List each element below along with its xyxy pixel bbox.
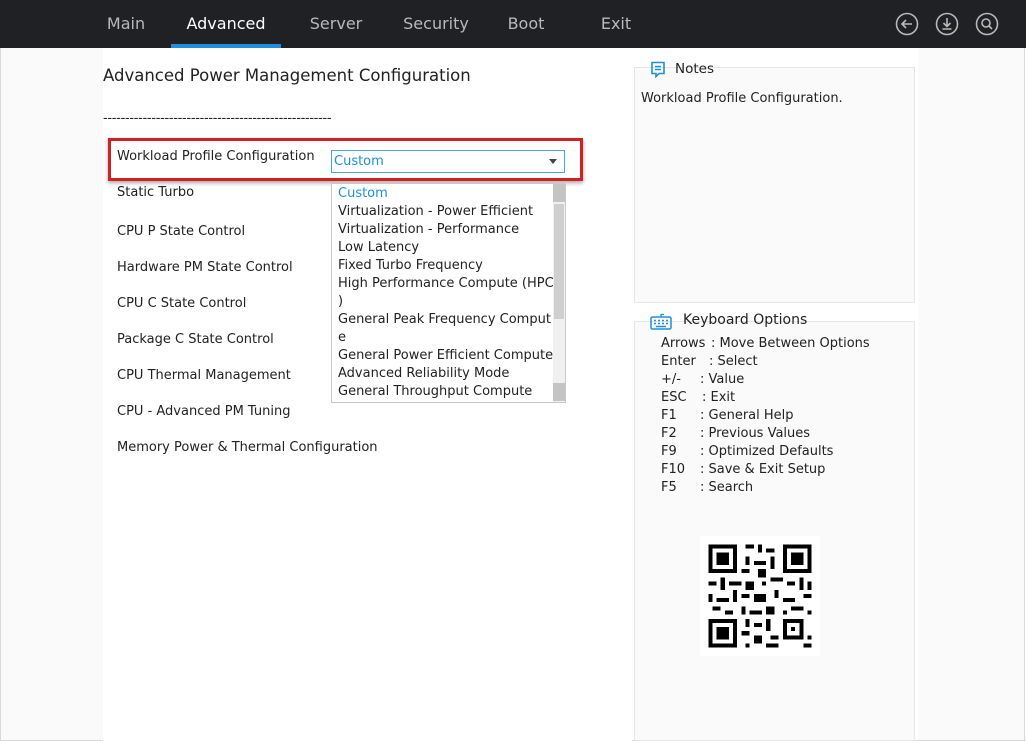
menu-item-cpu-advanced-pm[interactable]: CPU - Advanced PM Tuning	[117, 404, 290, 419]
title-divider: ----------------------------------------…	[103, 111, 332, 126]
option-low-latency[interactable]: Low Latency	[338, 240, 419, 255]
select-value: Custom	[334, 154, 384, 169]
option-hpc[interactable]: High Performance Compute (HPC	[338, 276, 554, 291]
key-f9-desc: : Optimized Defaults	[700, 444, 834, 459]
tab-boot[interactable]: Boot	[501, 0, 551, 48]
option-advanced-reliability[interactable]: Advanced Reliability Mode	[338, 366, 509, 381]
key-f9: F9	[661, 444, 677, 459]
notes-icon	[650, 61, 666, 79]
tab-exit[interactable]: Exit	[591, 0, 641, 48]
menu-item-package-c-state[interactable]: Package C State Control	[117, 332, 274, 347]
page-title: Advanced Power Management Configuration	[103, 66, 471, 85]
option-general-throughput[interactable]: General Throughput Compute	[338, 384, 532, 399]
scrollbar-thumb[interactable]	[554, 204, 564, 319]
key-plus-minus-desc: : Value	[700, 372, 745, 387]
back-icon[interactable]	[895, 12, 919, 36]
keyboard-options-title: Keyboard Options	[683, 312, 808, 328]
top-menu-bar: Main Advanced Server Security Boot Exit	[0, 0, 1026, 48]
option-general-peak-frequency[interactable]: General Peak Frequency Comput	[338, 312, 551, 327]
key-f2: F2	[661, 426, 677, 441]
key-f1: F1	[661, 408, 677, 423]
menu-item-cpu-thermal[interactable]: CPU Thermal Management	[117, 368, 291, 383]
menu-item-hardware-pm-state[interactable]: Hardware PM State Control	[117, 260, 293, 275]
key-arrows-desc: : Move Between Options	[711, 336, 870, 351]
chevron-down-icon[interactable]	[549, 159, 557, 164]
qr-code	[700, 536, 820, 656]
key-enter: Enter	[661, 354, 696, 369]
tab-advanced[interactable]: Advanced	[171, 0, 281, 48]
key-f10-desc: : Save & Exit Setup	[700, 462, 826, 477]
download-icon[interactable]	[935, 12, 959, 36]
workload-profile-dropdown[interactable]: Custom Virtualization - Power Efficient …	[331, 183, 566, 403]
key-f10: F10	[661, 462, 686, 477]
option-general-peak-frequency-wrap[interactable]: e	[338, 330, 346, 345]
menu-item-cpu-p-state[interactable]: CPU P State Control	[117, 224, 245, 239]
right-gutter	[918, 48, 1024, 741]
option-custom[interactable]: Custom	[338, 186, 388, 201]
option-hpc-wrap[interactable]: )	[338, 294, 343, 309]
notes-text: Workload Profile Configuration.	[641, 91, 843, 106]
menu-item-memory-power-thermal[interactable]: Memory Power & Thermal Configuration	[117, 440, 378, 455]
scroll-up-button[interactable]	[553, 184, 565, 202]
option-general-power-efficient[interactable]: General Power Efficient Compute	[338, 348, 553, 363]
option-fixed-turbo-frequency[interactable]: Fixed Turbo Frequency	[338, 258, 483, 273]
key-enter-desc: : Select	[709, 354, 758, 369]
notes-title: Notes	[675, 61, 714, 77]
key-esc: ESC	[661, 390, 687, 405]
tab-main[interactable]: Main	[101, 0, 151, 48]
key-plus-minus: +/-	[661, 372, 681, 387]
workload-profile-select[interactable]: Custom	[331, 150, 565, 173]
tab-server[interactable]: Server	[301, 0, 371, 48]
menu-item-cpu-c-state[interactable]: CPU C State Control	[117, 296, 246, 311]
option-virtualization-power-efficient[interactable]: Virtualization - Power Efficient	[338, 204, 533, 219]
key-f5: F5	[661, 480, 677, 495]
tab-security[interactable]: Security	[396, 0, 476, 48]
option-virtualization-performance[interactable]: Virtualization - Performance	[338, 222, 519, 237]
search-icon[interactable]	[975, 12, 999, 36]
scroll-down-button[interactable]	[553, 383, 565, 401]
key-f1-desc: : General Help	[700, 408, 794, 423]
left-border	[0, 48, 1, 741]
right-border	[1024, 48, 1025, 741]
left-gutter	[1, 48, 103, 741]
keyboard-icon	[650, 312, 672, 330]
key-f2-desc: : Previous Values	[700, 426, 811, 441]
key-f5-desc: : Search	[700, 480, 754, 495]
key-esc-desc: : Exit	[702, 390, 736, 405]
menu-item-static-turbo[interactable]: Static Turbo	[117, 185, 194, 200]
key-arrows: Arrows	[661, 336, 706, 351]
